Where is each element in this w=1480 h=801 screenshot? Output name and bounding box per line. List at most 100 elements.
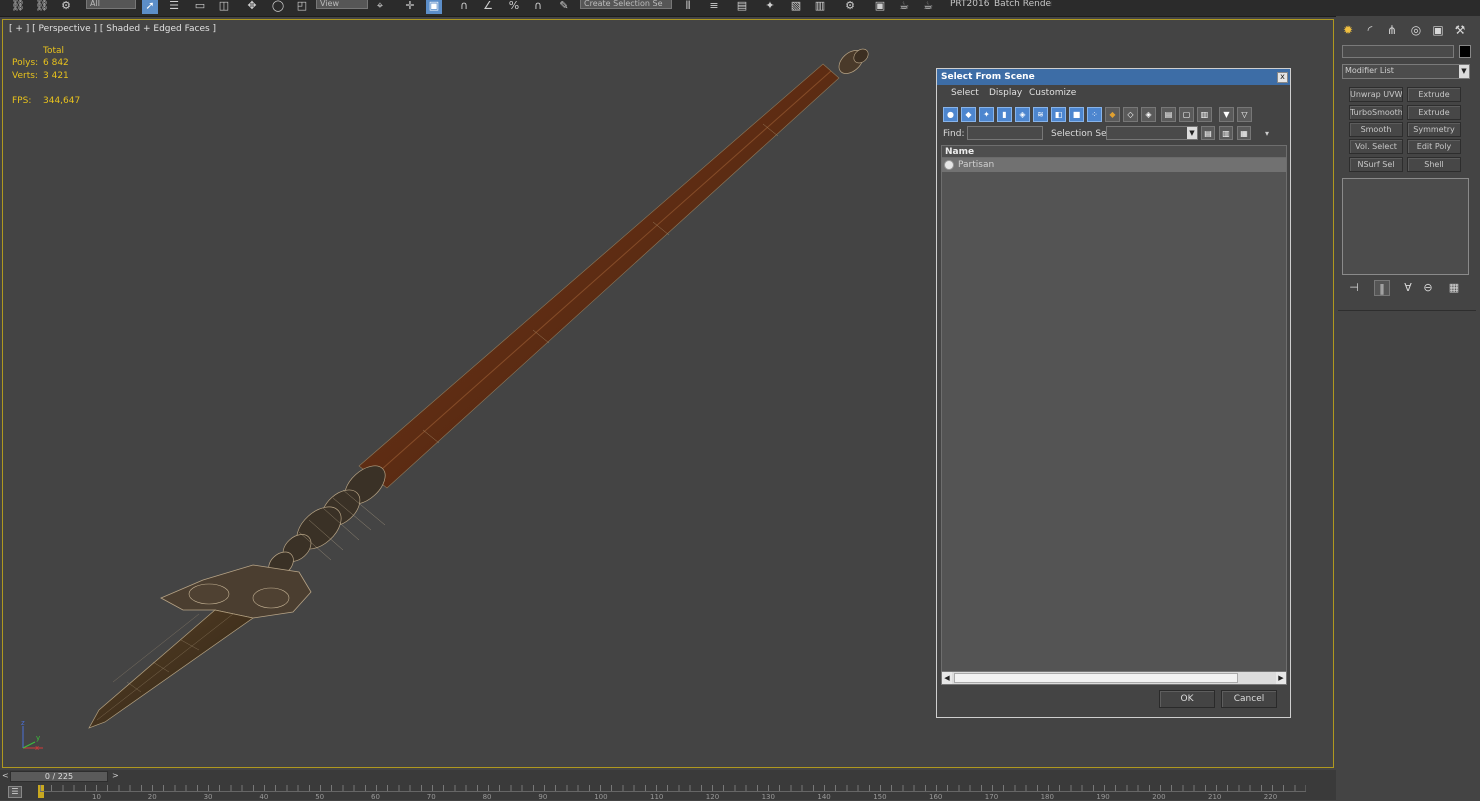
mini-curve-editor-icon[interactable]: ☰ [8,786,22,798]
modifier-nsurf-sel-button[interactable]: NSurf Sel [1349,157,1403,172]
filter-options-icon[interactable]: ▽ [1237,107,1252,122]
close-icon[interactable]: x [1277,72,1288,83]
keyboard-shortcut-override-icon[interactable]: ▣ [426,0,442,14]
move-icon[interactable]: ✥ [244,0,260,14]
scene-object-list[interactable]: Name Partisan [941,145,1287,685]
modifier-unwrap-uvw-button[interactable]: Unwrap UVW [1349,87,1403,102]
expand-options-icon[interactable]: ▾ [1265,129,1269,138]
scale-icon[interactable]: ◰ [294,0,310,14]
shapes-filter-icon[interactable]: ◆ [961,107,976,122]
display-tab-icon[interactable]: ▣ [1430,22,1446,38]
prev-frame-icon[interactable]: < [2,771,9,780]
chevron-down-icon[interactable]: ▼ [1459,65,1469,78]
pin-stack-icon[interactable]: ⊣ [1346,280,1362,296]
select-by-name-icon[interactable]: ☰ [166,0,182,14]
menu-display[interactable]: Display [989,88,1022,98]
helpers-filter-icon[interactable]: ◈ [1015,107,1030,122]
rendered-frame-window-icon[interactable]: ▣ [872,0,888,14]
groups-filter-icon[interactable]: ◧ [1051,107,1066,122]
material-editor-icon[interactable]: ▥ [812,0,828,14]
dialog-title[interactable]: Select From Scene [937,69,1290,85]
named-selection-sets-dropdown[interactable]: Create Selection Se [580,0,672,9]
scroll-right-icon[interactable]: ▶ [1276,672,1286,684]
pivot-center-icon[interactable]: ⌖ [372,0,388,14]
bones-filter-icon[interactable]: ⁘ [1087,107,1102,122]
select-object-icon[interactable]: ➚ [142,0,158,14]
track-bar[interactable]: ☰ 10 20 30 40 50 60 70 80 90 100 110 120 130 140 150 16… [0,783,1336,801]
scrollbar-thumb[interactable] [954,673,1238,683]
geometry-filter-icon[interactable]: ● [943,107,958,122]
edit-named-sets-icon[interactable]: ✎ [556,0,572,14]
angle-snap-icon[interactable]: ∠ [480,0,496,14]
selection-filter-dropdown[interactable]: All [86,0,136,9]
hierarchy-tab-icon[interactable]: ⋔ [1384,22,1400,38]
modifier-edit-poly-button[interactable]: Edit Poly [1407,139,1461,154]
display-none-icon[interactable]: ◇ [1123,107,1138,122]
lights-filter-icon[interactable]: ✦ [979,107,994,122]
invert-display-icon[interactable]: ◈ [1141,107,1156,122]
xrefs-filter-icon[interactable]: ■ [1069,107,1084,122]
menu-customize[interactable]: Customize [1029,88,1076,98]
render-setup-icon[interactable]: ⚙ [842,0,858,14]
render-iterative-icon[interactable]: ☕ [920,0,936,14]
percent-snap-icon[interactable]: % [506,0,522,14]
time-slider[interactable]: 0 / 225 [10,771,108,782]
layer-explorer-icon[interactable]: ▤ [734,0,750,14]
link-icon[interactable]: ⛓ [10,0,26,14]
ok-button[interactable]: OK [1159,690,1215,708]
snaps-toggle-icon[interactable]: ∩ [456,0,472,14]
next-frame-icon[interactable]: > [112,771,119,780]
spinner-snap-icon[interactable]: ∩ [530,0,546,14]
unlink-icon[interactable]: ⛓ [34,0,50,14]
rotate-icon[interactable]: ◯ [270,0,286,14]
viewport-label[interactable]: [ + ] [ Perspective ] [ Shaded + Edged F… [9,24,216,34]
prt2016-button[interactable]: PRT2016 [950,0,989,9]
modifier-turbosmooth-button[interactable]: TurboSmooth [1349,105,1403,120]
select-invert-icon[interactable]: ▥ [1197,107,1212,122]
list-item[interactable]: Partisan [942,158,1286,172]
render-production-icon[interactable]: ☕ [896,0,912,14]
show-end-result-icon[interactable]: ‖ [1374,280,1390,296]
select-manipulate-icon[interactable]: ✛ [402,0,418,14]
find-input[interactable] [967,126,1043,140]
spacewarps-filter-icon[interactable]: ≋ [1033,107,1048,122]
modifier-shell-button[interactable]: Shell [1407,157,1461,172]
selection-set-dropdown[interactable]: ▼ [1106,126,1198,140]
modifier-list-dropdown[interactable]: Modifier List ▼ [1342,64,1470,79]
batch-render-button[interactable]: Batch Render.. [994,0,1052,9]
modifier-symmetry-button[interactable]: Symmetry [1407,122,1461,137]
chevron-down-icon[interactable]: ▼ [1187,127,1197,139]
rectangular-selection-icon[interactable]: ▭ [192,0,208,14]
object-color-swatch[interactable] [1459,45,1471,58]
display-all-icon[interactable]: ◆ [1105,107,1120,122]
motion-tab-icon[interactable]: ◎ [1408,22,1424,38]
menu-select[interactable]: Select [951,88,979,98]
window-crossing-icon[interactable]: ◫ [216,0,232,14]
align-icon[interactable]: ≡ [706,0,722,14]
scroll-left-icon[interactable]: ◀ [942,672,952,684]
select-none-icon[interactable]: ▢ [1179,107,1194,122]
modify-tab-icon[interactable]: ◜ [1362,22,1378,38]
cameras-filter-icon[interactable]: ▮ [997,107,1012,122]
cancel-button[interactable]: Cancel [1221,690,1277,708]
curve-editor-icon[interactable]: ✦ [762,0,778,14]
modifier-vol-select-button[interactable]: Vol. Select [1349,139,1403,154]
mirror-icon[interactable]: ⫴ [680,0,696,14]
configure-modifier-sets-icon[interactable]: ▦ [1446,280,1462,296]
remove-from-selection-set-icon[interactable]: ▦ [1237,126,1251,140]
add-to-selection-set-icon[interactable]: ▥ [1219,126,1233,140]
create-selection-set-icon[interactable]: ▤ [1201,126,1215,140]
horizontal-scrollbar[interactable]: ◀ ▶ [941,671,1287,685]
utilities-tab-icon[interactable]: ⚒ [1452,22,1468,38]
create-tab-icon[interactable]: ✹ [1340,22,1356,38]
column-header-name[interactable]: Name [942,146,1286,158]
remove-modifier-icon[interactable]: ⊖ [1420,280,1436,296]
object-name-field[interactable] [1342,45,1454,58]
schematic-view-icon[interactable]: ▧ [788,0,804,14]
modifier-stack[interactable] [1342,178,1469,275]
filter-icon[interactable]: ▼ [1219,107,1234,122]
bind-spacewarp-icon[interactable]: ⚙ [58,0,74,14]
select-all-icon[interactable]: ▤ [1161,107,1176,122]
make-unique-icon[interactable]: ∀ [1400,280,1416,296]
modifier-smooth-button[interactable]: Smooth [1349,122,1403,137]
